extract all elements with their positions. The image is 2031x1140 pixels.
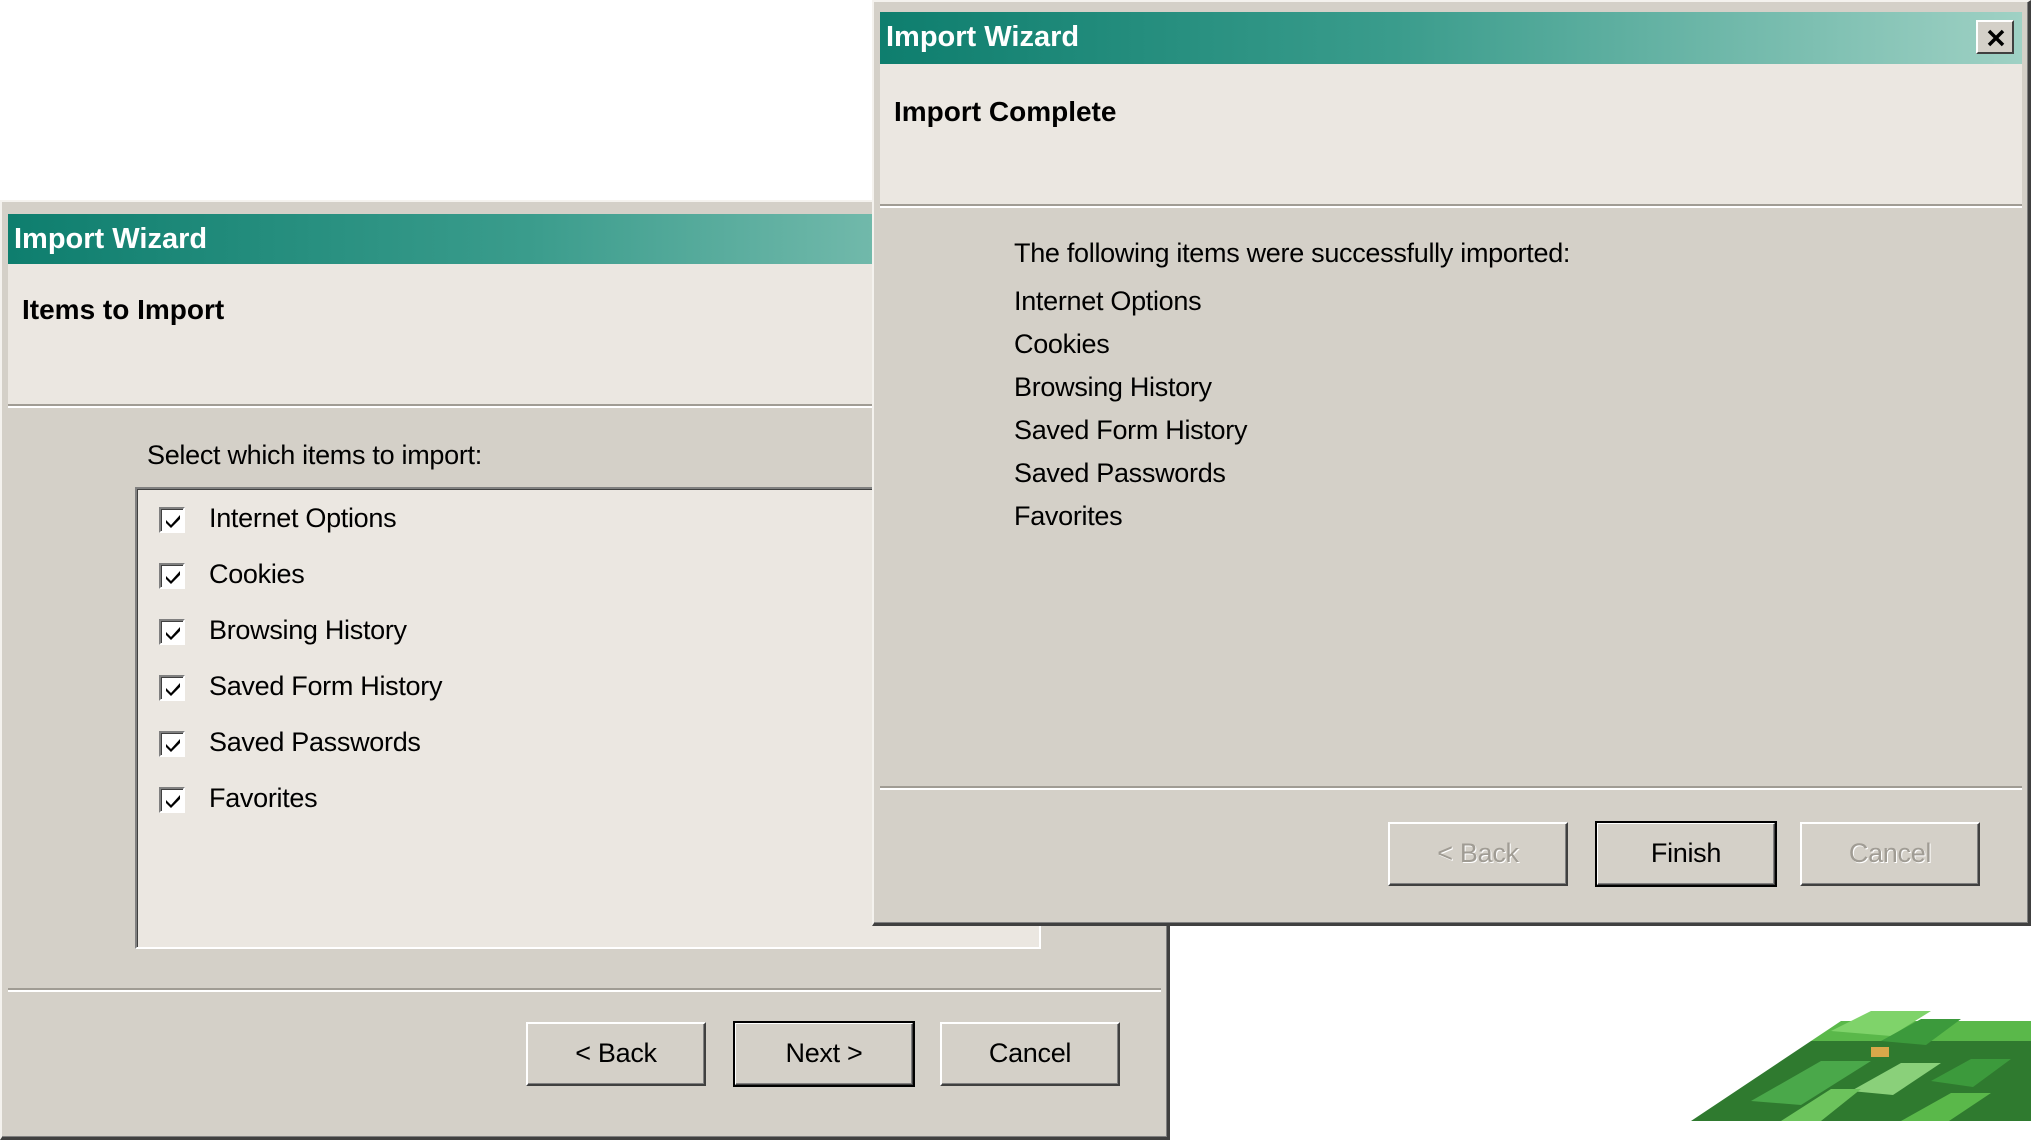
header-panel: Import Complete <box>880 64 2022 206</box>
checkbox-label: Cookies <box>209 559 305 589</box>
imported-item: Saved Form History <box>1014 415 1248 445</box>
checkbox-label: Saved Form History <box>209 671 443 701</box>
titlebar[interactable]: Import Wizard <box>880 12 2022 64</box>
checkbox[interactable] <box>159 507 185 533</box>
checkbox-label: Internet Options <box>209 503 397 533</box>
imported-item: Browsing History <box>1014 372 1212 402</box>
imported-items-panel: The following items were successfully im… <box>1014 238 1914 538</box>
import-wizard-complete-dialog: Import Wizard Import Complete The follow… <box>872 0 2031 926</box>
next-button[interactable]: Next > <box>733 1021 915 1087</box>
cancel-button[interactable]: Cancel <box>940 1022 1120 1086</box>
checkbox[interactable] <box>159 787 185 813</box>
cancel-button[interactable]: Cancel <box>1800 822 1980 886</box>
imported-item: Cookies <box>1014 329 1110 359</box>
success-message: The following items were successfully im… <box>1014 238 1571 268</box>
finish-button[interactable]: Finish <box>1595 821 1777 887</box>
check-icon <box>166 683 180 696</box>
check-icon <box>166 515 180 528</box>
check-icon <box>166 739 180 752</box>
checkbox[interactable] <box>159 675 185 701</box>
checkbox-label: Browsing History <box>209 615 407 645</box>
check-icon <box>166 795 180 808</box>
checkbox[interactable] <box>159 731 185 757</box>
checkbox[interactable] <box>159 563 185 589</box>
back-button[interactable]: < Back <box>1388 822 1568 886</box>
close-icon <box>1987 29 2005 47</box>
select-items-prompt: Select which items to import: <box>147 440 482 470</box>
maze-graphic <box>1691 1011 2031 1121</box>
back-button[interactable]: < Back <box>526 1022 706 1086</box>
page-title: Items to Import <box>22 294 225 325</box>
close-button[interactable] <box>1976 20 2014 54</box>
imported-item: Saved Passwords <box>1014 458 1226 488</box>
button-separator <box>880 786 2022 790</box>
imported-item: Favorites <box>1014 501 1123 531</box>
checkbox-label: Saved Passwords <box>209 727 421 757</box>
checkbox[interactable] <box>159 619 185 645</box>
check-icon <box>166 627 180 640</box>
check-icon <box>166 571 180 584</box>
imported-item: Internet Options <box>1014 286 1202 316</box>
page-title: Import Complete <box>894 96 1117 127</box>
button-separator <box>8 988 1161 992</box>
checkbox-label: Favorites <box>209 783 318 813</box>
